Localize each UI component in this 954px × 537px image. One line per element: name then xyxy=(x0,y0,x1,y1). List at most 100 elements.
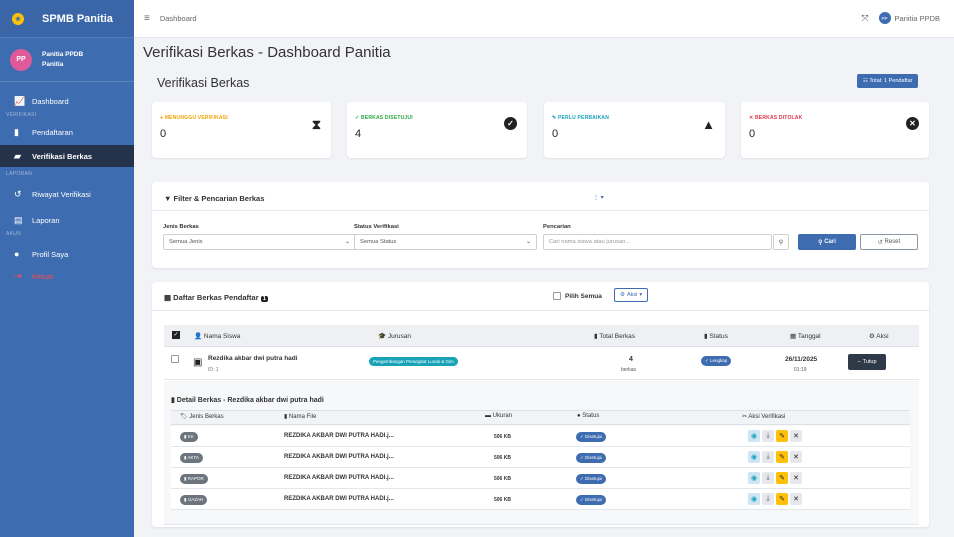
detail-row: ▮ AKTA REZDIKA AKBAR DWI PUTRA HADI.j...… xyxy=(171,447,910,468)
chevron-down-icon: ⌄ xyxy=(525,239,531,245)
user-panel: PP Panitia PPDB Panitia xyxy=(0,38,134,82)
col-status: ● Status xyxy=(577,413,600,419)
user-menu[interactable]: Panitia PPDB xyxy=(895,14,940,23)
sidebar-item-profil[interactable]: ● Profil Saya xyxy=(0,243,134,265)
stat-card-perbaikan: ✎ PERLU PERBAIKAN 0 ▲ xyxy=(544,102,725,158)
file-icon: ▮ xyxy=(14,126,19,137)
jenis-badge: ▮ RAPOR xyxy=(180,474,208,484)
jenis-badge: ▮ KK xyxy=(180,432,198,442)
student-name: Rezdika akbar dwi putra hadi xyxy=(208,355,298,362)
stat-value: 0 xyxy=(160,128,167,140)
sidebar-item-label: Dashboard xyxy=(32,96,69,106)
topbar: ≡ Dashboard ⤧ PP Panitia PPDB xyxy=(134,0,954,38)
download-icon[interactable]: ⤓ xyxy=(762,472,774,484)
avatar[interactable]: PP xyxy=(878,12,891,24)
stat-card-menunggu: ● MENUNGGU VERIFIKASI 0 ⧗ xyxy=(152,102,331,158)
reject-icon[interactable]: ✕ xyxy=(790,472,802,484)
pilih-semua[interactable]: Pilih Semua xyxy=(553,292,602,300)
sidebar-item-pendaftaran[interactable]: ▮ Pendaftaran xyxy=(0,121,134,143)
cari-button[interactable]: ⚲ Cari xyxy=(798,234,856,250)
jenis-label: Jenis Berkas xyxy=(163,224,199,230)
user-role: Panitia xyxy=(42,60,64,68)
edit-icon[interactable]: ✎ xyxy=(776,472,788,484)
sidebar-item-label: Profil Saya xyxy=(32,249,69,259)
col-jenis: 🏷 Jenis Berkas xyxy=(180,414,224,420)
tanggal: 26/11/2025 xyxy=(785,356,818,363)
logout-icon: ⇥ xyxy=(14,270,22,281)
sidebar-item-verifikasi-berkas[interactable]: ▰ Verifikasi Berkas xyxy=(0,145,134,167)
reject-icon[interactable]: ✕ xyxy=(790,493,802,505)
search-input[interactable]: Cari nama siswa atau jurusan... xyxy=(543,234,772,250)
sidebar-item-label: Riwayat Verifikasi xyxy=(32,189,91,199)
col-status: ▮ Status xyxy=(704,333,728,340)
check-circle-icon: ✓ xyxy=(504,117,517,130)
stat-value: 0 xyxy=(552,128,559,140)
select-all-checkbox[interactable]: ✓ xyxy=(172,331,180,339)
eye-icon[interactable]: ◉ xyxy=(748,451,760,463)
status-select[interactable]: Semua Status ⌄ xyxy=(354,234,537,250)
reset-button[interactable]: ↺ Reset xyxy=(860,234,918,250)
reject-icon[interactable]: ✕ xyxy=(790,451,802,463)
chevron-down-icon: ⌄ xyxy=(344,239,350,245)
col-aksi-verifikasi: ✂ Aksi Verifikasi xyxy=(742,414,786,420)
brand-name: SPMB Panitia xyxy=(42,12,113,25)
stat-label: ✕ BERKAS DITOLAK xyxy=(749,115,803,121)
total-badge-label: Total: 1 Pendaftar xyxy=(869,78,913,84)
edit-icon[interactable]: ✎ xyxy=(776,430,788,442)
jenis-select[interactable]: Semua Jenis ⌄ xyxy=(163,234,356,250)
aksi-dropdown[interactable]: ⚙ Aksi ▾ xyxy=(614,288,649,302)
sidebar-item-dashboard[interactable]: 📈 Dashboard xyxy=(0,90,134,112)
jurusan-badge: Pengembangan Perangkat Lunak & Gim xyxy=(369,357,458,366)
stat-card-disetujui: ✓ BERKAS DISETUJUI 4 ✓ xyxy=(347,102,527,158)
edit-icon[interactable]: ✎ xyxy=(776,451,788,463)
stat-label: ✓ BERKAS DISETUJUI xyxy=(355,115,413,121)
filter-card: ▼ Filter & Pencarian Berkas ⋮ ▾ Jenis Be… xyxy=(152,182,929,268)
avatar: PP xyxy=(10,48,32,71)
detail-header xyxy=(171,410,910,425)
eye-icon[interactable]: ◉ xyxy=(748,430,760,442)
reject-icon[interactable]: ✕ xyxy=(790,430,802,442)
detail-row: ▮ IJAZAH REZDIKA AKBAR DWI PUTRA HADI.j.… xyxy=(171,489,910,510)
toggle-filter-icon[interactable]: ⋮ ▾ xyxy=(593,194,604,201)
status-badge: ✓ Disetujui xyxy=(576,474,607,484)
eye-icon[interactable]: ◉ xyxy=(748,493,760,505)
sidebar-item-label: Keluar xyxy=(32,271,54,281)
sidebar-item-laporan[interactable]: ▤ Laporan xyxy=(0,209,134,231)
detail-title: ▮ Detail Berkas - Rezdika akbar dwi putr… xyxy=(171,397,324,404)
search-label: Pencarian xyxy=(543,224,571,230)
chart-line-icon: 📈 xyxy=(14,95,26,106)
search-icon[interactable]: ⚲ xyxy=(773,234,789,250)
stat-label: ● MENUNGGU VERIFIKASI xyxy=(160,115,228,121)
col-aksi: ⚙ Aksi xyxy=(869,333,889,340)
col-tanggal: ▦ Tanggal xyxy=(790,333,821,340)
fullscreen-icon[interactable]: ⤧ xyxy=(861,13,868,24)
jenis-badge: ▮ IJAZAH xyxy=(180,495,208,505)
download-icon[interactable]: ⤓ xyxy=(762,451,774,463)
jenis-badge: ▮ AKTA xyxy=(180,453,203,463)
waktu: 01:19 xyxy=(794,367,807,373)
sidebar-item-keluar[interactable]: ⇥ Keluar xyxy=(0,265,134,287)
file-name: REZDIKA AKBAR DWI PUTRA HADI.j... xyxy=(284,454,394,460)
sidebar-item-label: Verifikasi Berkas xyxy=(32,151,93,161)
file-name: REZDIKA AKBAR DWI PUTRA HADI.j... xyxy=(284,496,394,502)
row-checkbox[interactable] xyxy=(171,355,179,363)
sidebar-item-riwayat[interactable]: ↺ Riwayat Verifikasi xyxy=(0,183,134,205)
breadcrumb[interactable]: Dashboard xyxy=(160,14,197,23)
col-ukuran: ▬ Ukuran xyxy=(485,413,513,419)
menu-toggle-icon[interactable]: ≡ xyxy=(144,13,150,24)
detail-row: ▮ RAPOR REZDIKA AKBAR DWI PUTRA HADI.j..… xyxy=(171,468,910,489)
tutup-button[interactable]: − Tutup xyxy=(848,354,886,370)
folder-open-icon: ▰ xyxy=(14,150,21,161)
download-icon[interactable]: ⤓ xyxy=(762,430,774,442)
history-icon: ↺ xyxy=(14,188,22,199)
eye-icon[interactable]: ◉ xyxy=(748,472,760,484)
status-badge: ✓ Disetujui xyxy=(576,432,607,442)
file-icon: ▣ xyxy=(193,357,203,368)
stat-card-ditolak: ✕ BERKAS DITOLAK 0 ✕ xyxy=(741,102,929,158)
col-jurusan: 🎓 Jurusan xyxy=(378,333,412,340)
edit-icon[interactable]: ✎ xyxy=(776,493,788,505)
brand[interactable]: ★ SPMB Panitia xyxy=(0,0,134,38)
file-size: 506 KB xyxy=(494,476,511,482)
checkbox[interactable] xyxy=(553,292,561,300)
download-icon[interactable]: ⤓ xyxy=(762,493,774,505)
